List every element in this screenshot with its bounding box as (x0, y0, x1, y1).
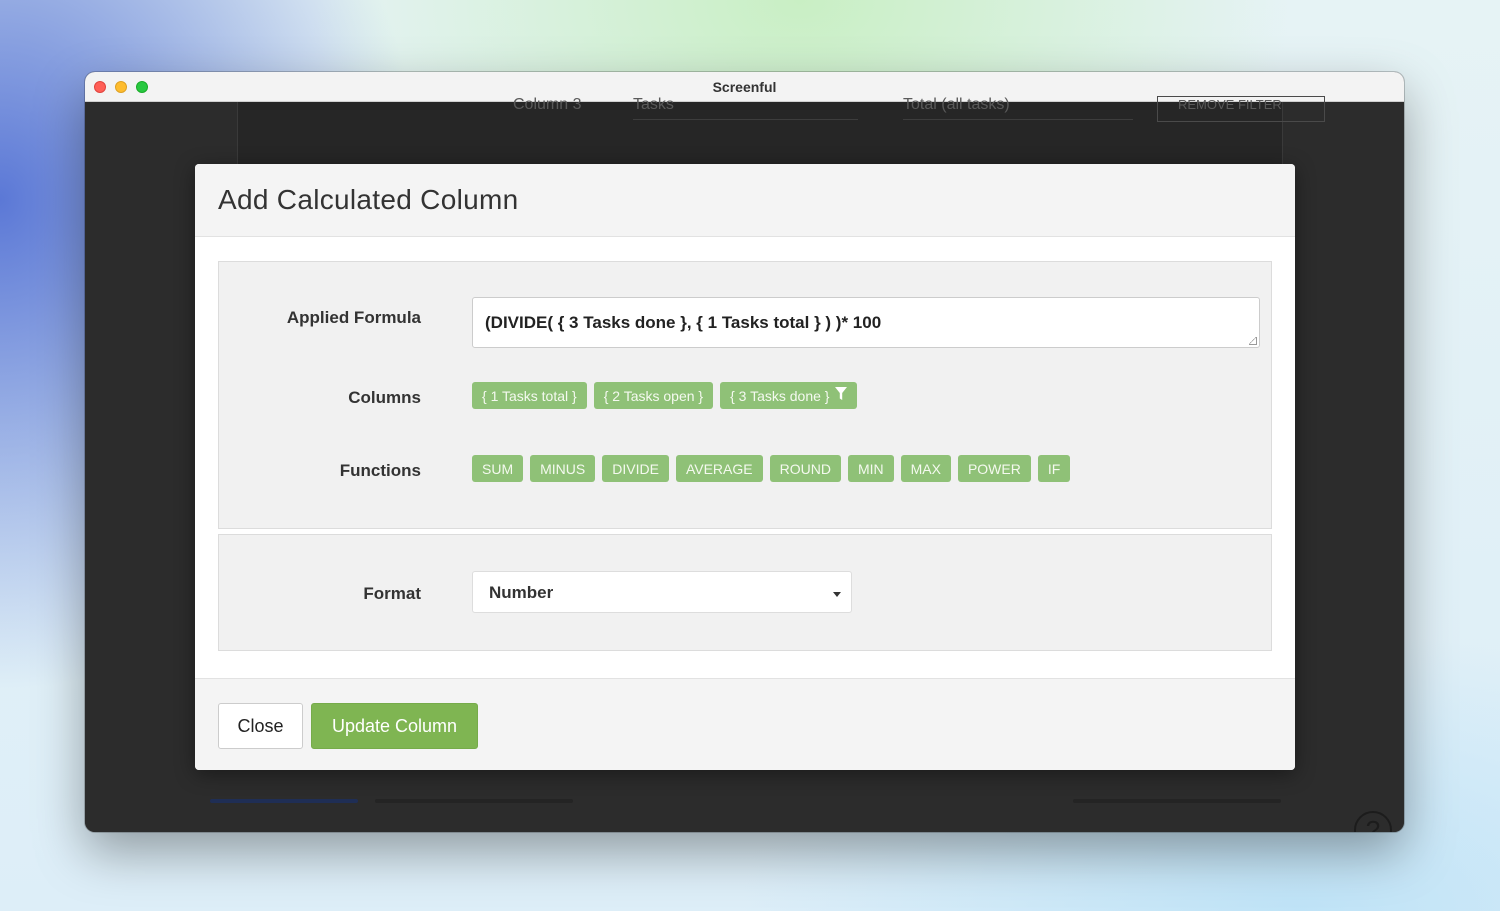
maximize-window-button[interactable] (136, 81, 148, 93)
format-select[interactable]: Number (472, 571, 852, 613)
columns-label: Columns (348, 388, 421, 407)
formula-input[interactable]: (DIVIDE( { 3 Tasks done }, { 1 Tasks tot… (472, 297, 1260, 348)
app-window: Screenful Column 3 Tasks Total (all task… (85, 72, 1404, 832)
function-chip-minus[interactable]: MINUS (530, 455, 596, 482)
bg-remove-filter-button: REMOVE FILTER (1157, 96, 1325, 122)
bg-column-select: Tasks (633, 96, 858, 120)
column-chip-label: { 3 Tasks done } (730, 387, 830, 404)
chevron-down-icon (833, 592, 841, 597)
modal-header: Add Calculated Column (195, 164, 1295, 237)
modal-footer: Close Update Column (195, 678, 1295, 770)
bg-bottom-bar (375, 799, 573, 803)
functions-label: Functions (339, 461, 421, 480)
format-label: Format (363, 584, 421, 603)
function-chip-max[interactable]: MAX (900, 455, 951, 482)
bg-column-label: Column 3 (513, 96, 582, 113)
bg-bottom-bar (210, 799, 358, 803)
column-chip-tasks-total[interactable]: { 1 Tasks total } (472, 382, 587, 409)
minimize-window-button[interactable] (115, 81, 127, 93)
window-title: Screenful (712, 78, 777, 95)
function-chip-min[interactable]: MIN (847, 455, 894, 482)
function-chip-power[interactable]: POWER (957, 455, 1031, 482)
update-column-button[interactable]: Update Column (311, 703, 478, 749)
close-button[interactable]: Close (218, 703, 303, 749)
help-icon[interactable]: ? (1354, 811, 1392, 832)
function-chip-sum[interactable]: SUM (472, 455, 524, 482)
function-chip-average[interactable]: AVERAGE (675, 455, 763, 482)
column-chips: { 1 Tasks total } { 2 Tasks open } { 3 T… (472, 382, 858, 409)
column-chip-tasks-open[interactable]: { 2 Tasks open } (593, 382, 714, 409)
bg-aggregate-select: Total (all tasks) (903, 96, 1133, 120)
format-section: Format Number (218, 534, 1272, 651)
bg-bottom-bar (1073, 799, 1281, 803)
formula-label: Applied Formula (286, 308, 421, 327)
function-chips: SUM MINUS DIVIDE AVERAGE ROUND MIN MAX P… (472, 455, 1071, 482)
format-value: Number (489, 583, 554, 602)
column-chip-tasks-done[interactable]: { 3 Tasks done } (720, 382, 858, 409)
function-chip-if[interactable]: IF (1037, 455, 1071, 482)
formula-section: Applied Formula (DIVIDE( { 3 Tasks done … (218, 261, 1272, 529)
function-chip-divide[interactable]: DIVIDE (602, 455, 669, 482)
close-window-button[interactable] (94, 81, 106, 93)
formula-value: (DIVIDE( { 3 Tasks done }, { 1 Tasks tot… (485, 313, 882, 332)
add-calculated-column-dialog: Add Calculated Column Applied Formula (D… (195, 164, 1295, 770)
background-panel: Column 3 Tasks Total (all tasks) REMOVE … (237, 96, 1325, 164)
modal-title: Add Calculated Column (218, 184, 519, 215)
function-chip-round[interactable]: ROUND (769, 455, 841, 482)
filter-icon (835, 387, 848, 404)
window-controls (94, 81, 148, 93)
resize-grip-icon[interactable] (1249, 337, 1257, 345)
